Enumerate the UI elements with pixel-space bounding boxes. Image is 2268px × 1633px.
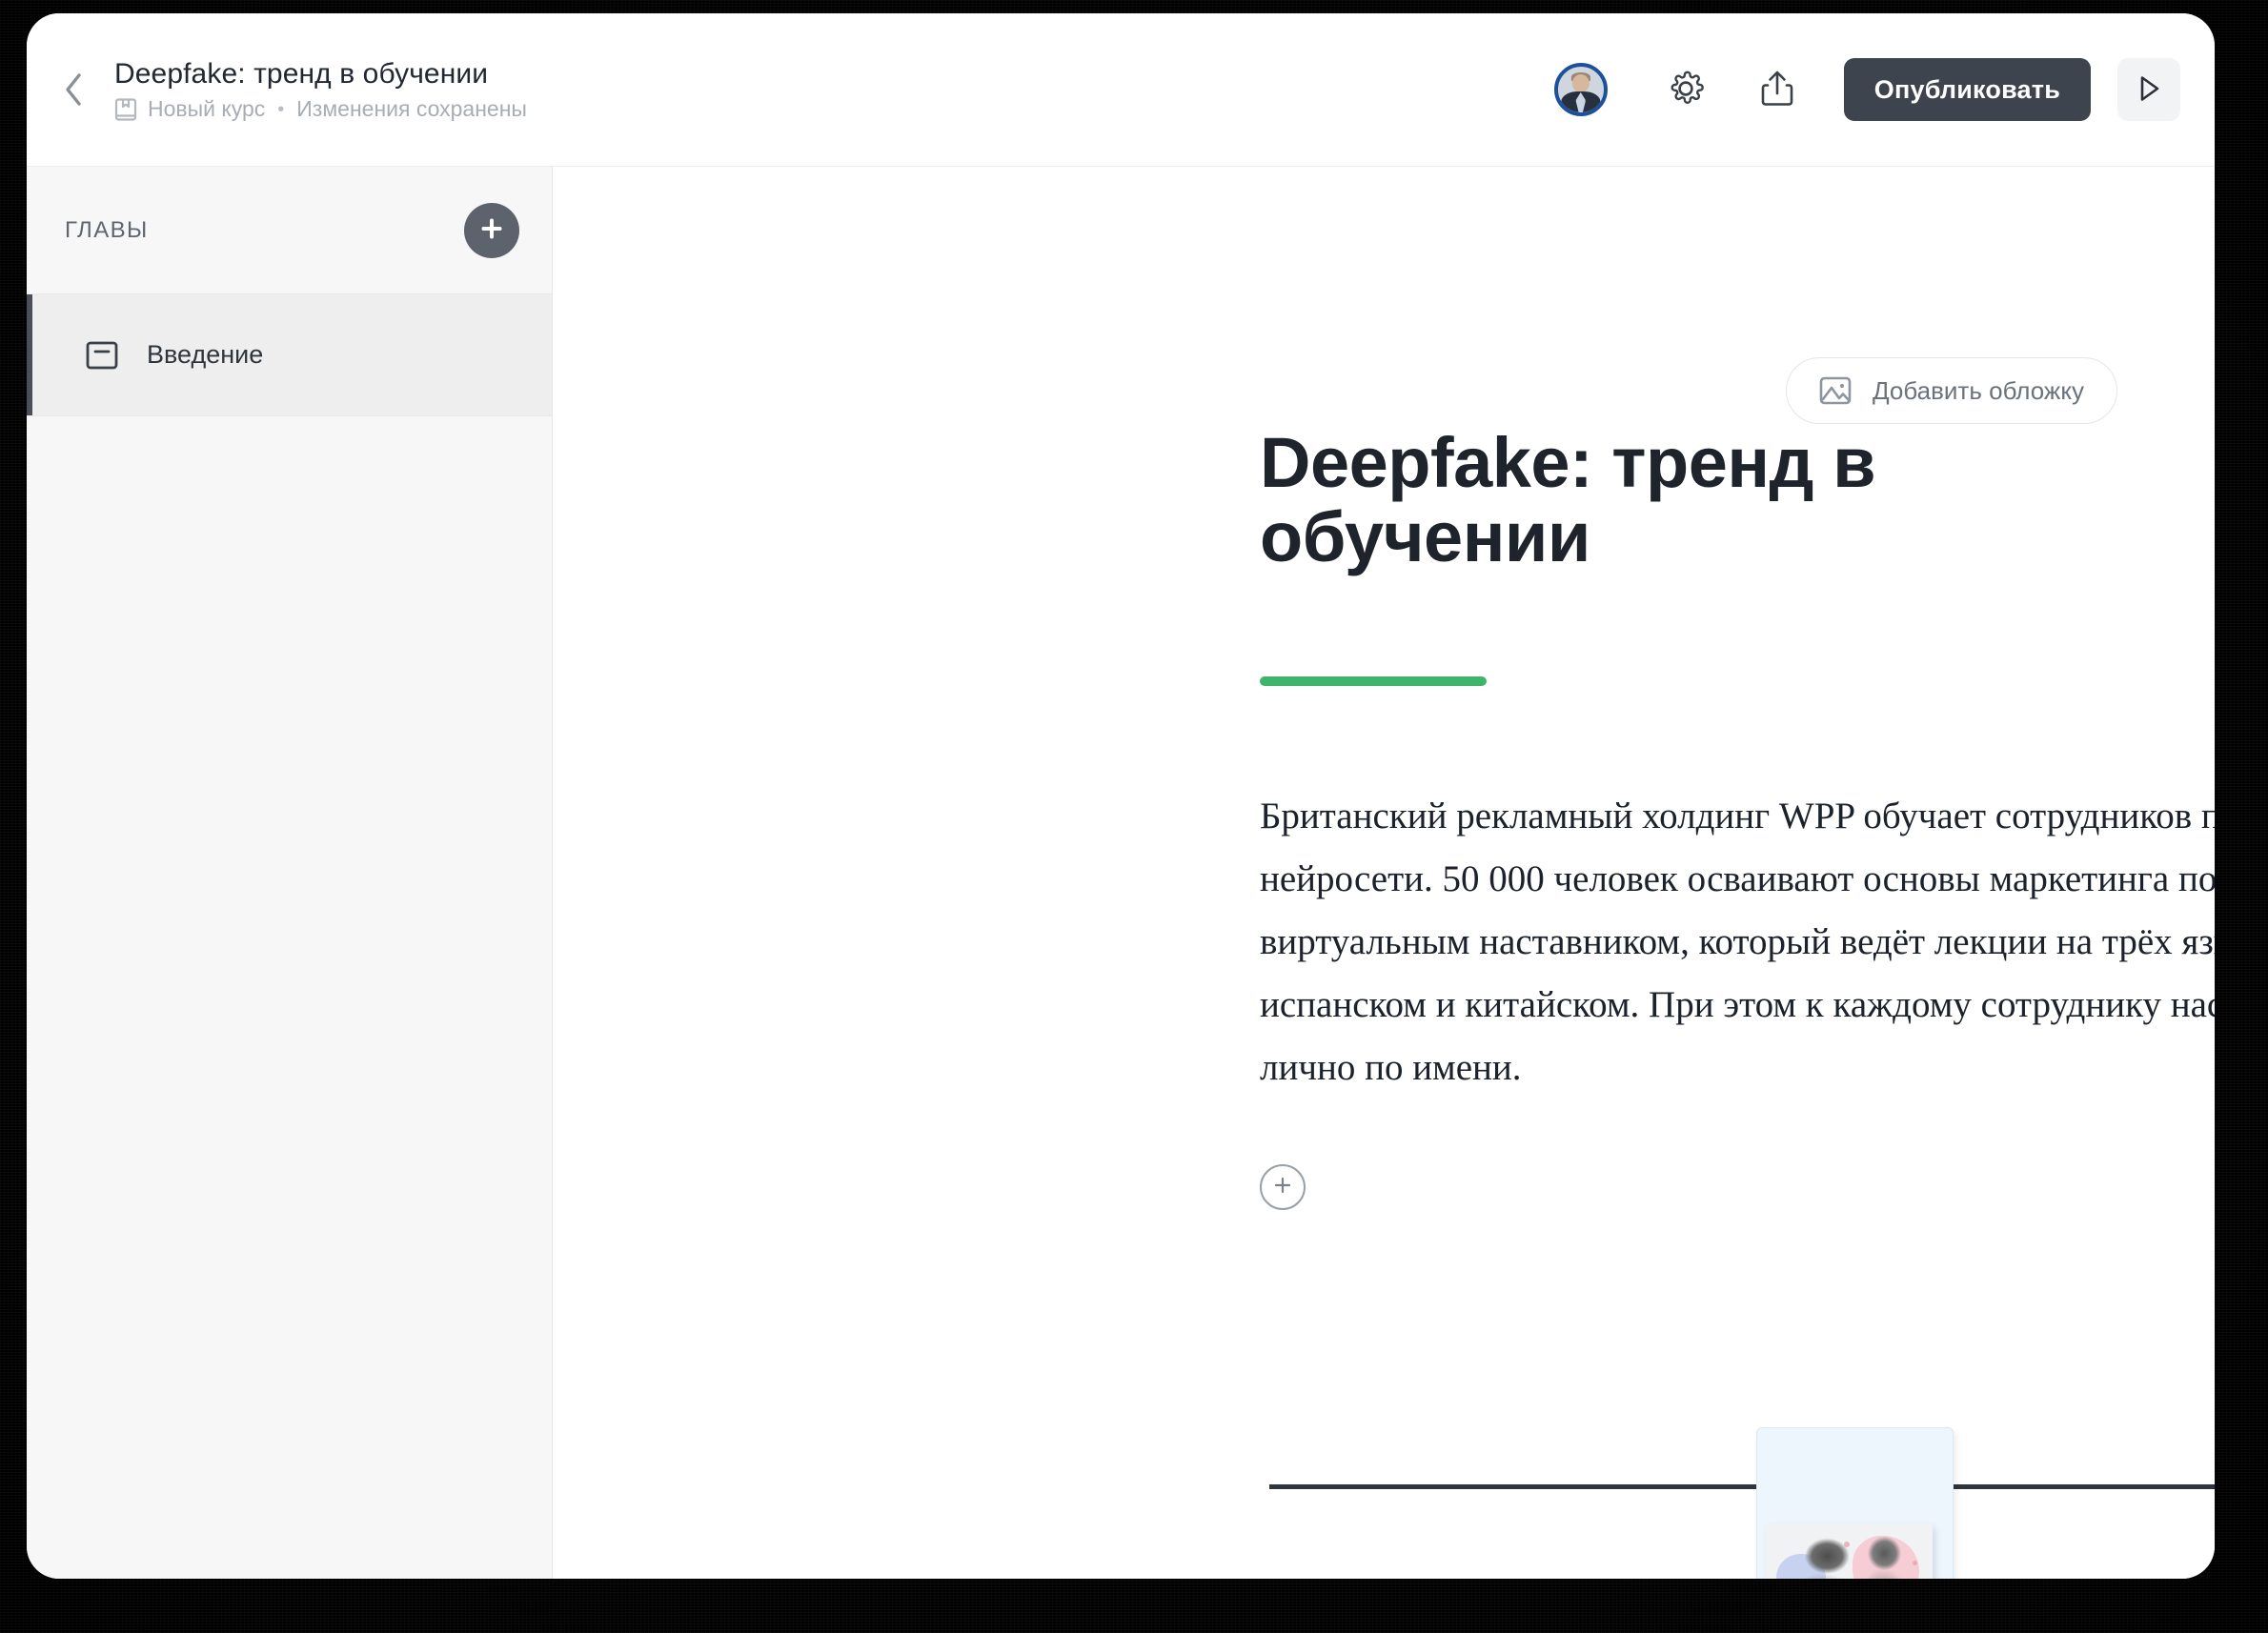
app-window: Deepfake: тренд в обучении Новый курс • … [27,13,2215,1579]
gear-icon [1667,70,1705,111]
settings-button[interactable] [1657,61,1714,118]
thumbnail-face-right [1859,1534,1910,1579]
preview-button[interactable] [2117,58,2180,121]
plus-circle-icon [477,214,506,246]
sidebar-header: ГЛАВЫ [27,167,552,294]
body-paragraph[interactable]: Британский рекламный холдинг WPP обучает… [1260,785,2215,1099]
horizontal-rule-block[interactable] [1269,1484,2215,1489]
add-cover-button[interactable]: Добавить обложку [1785,357,2117,424]
toolbar-actions: Опубликовать [1553,58,2180,121]
sidebar-item-vvedenie[interactable]: Введение [27,294,552,416]
desktop-backdrop: Deepfake: тренд в обучении Новый курс • … [0,0,2268,1633]
sidebar-section-label: ГЛАВЫ [65,216,149,243]
chapters-sidebar: ГЛАВЫ Введение [27,166,553,1579]
top-toolbar: Deepfake: тренд в обучении Новый курс • … [27,13,2215,166]
avatar-head [1571,73,1590,92]
avatar[interactable] [1553,63,1608,116]
chevron-left-icon [63,72,84,111]
slide-icon [86,341,118,370]
breadcrumb-separator: • [277,98,285,120]
add-cover-label: Добавить обложку [1872,375,2084,405]
document-body: Deepfake: тренд в обучении Британский ре… [553,167,2215,1211]
breadcrumb: Новый курс • Изменения сохранены [114,95,527,122]
share-upload-icon [1759,69,1795,111]
image-icon [1819,375,1852,406]
save-status-label: Изменения сохранены [296,95,527,121]
add-chapter-button[interactable] [464,202,519,258]
book-icon [114,97,137,122]
play-triangle-icon [2135,73,2163,107]
add-block-button[interactable] [1260,1164,1306,1211]
page-title[interactable]: Deepfake: тренд в обучении [114,58,527,90]
thumbnail-speck [1844,1541,1851,1547]
editor-canvas: Добавить обложку Deepfake: тренд в обуче… [553,166,2215,1579]
plus-circle-outline-icon [1271,1174,1294,1201]
breadcrumb-course-label[interactable]: Новый курс [148,96,265,121]
accent-divider [1260,676,1487,687]
document-heading[interactable]: Deepfake: тренд в обучении [1260,426,2215,575]
back-button[interactable] [48,66,99,117]
drag-preview-thumbnail [1766,1523,1933,1579]
document-title-block: Deepfake: тренд в обучении Новый курс • … [114,58,527,122]
sidebar-item-label: Введение [147,340,264,369]
publish-button[interactable]: Опубликовать [1843,58,2091,121]
share-button[interactable] [1749,61,1806,118]
workspace: ГЛАВЫ Введение Добавить обложку Deepfake… [27,166,2215,1579]
